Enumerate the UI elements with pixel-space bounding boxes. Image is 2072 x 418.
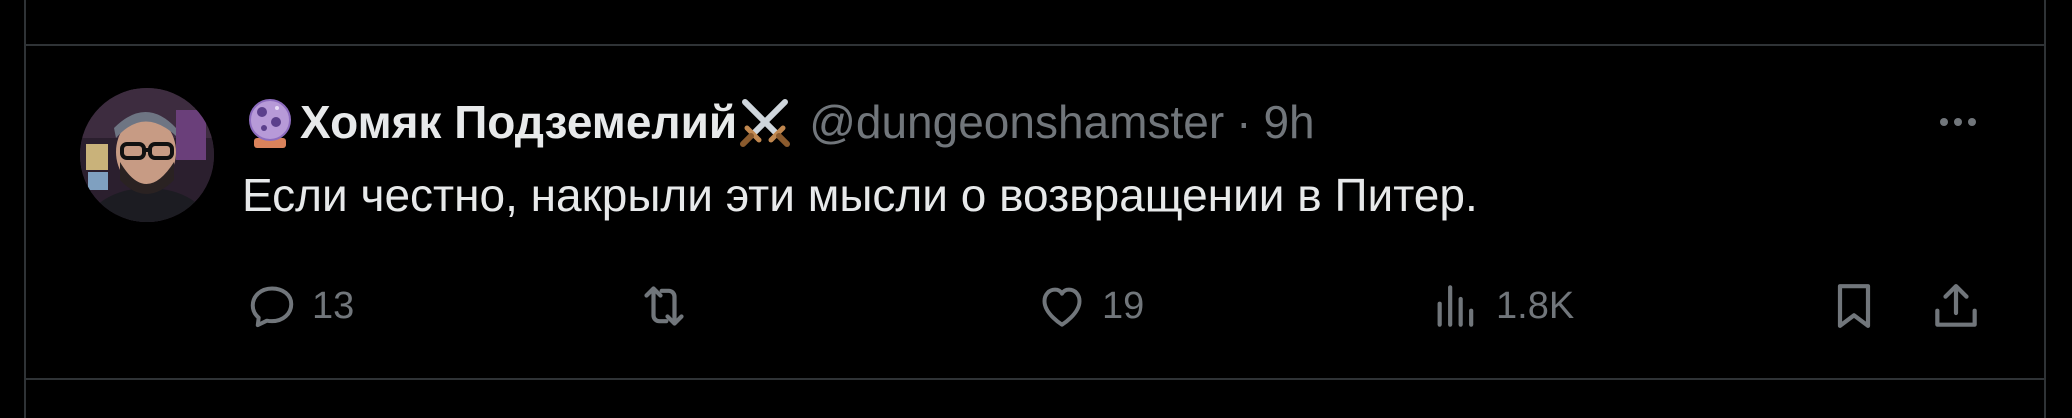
retweet-icon <box>644 286 684 326</box>
like-button[interactable]: 19 <box>1034 274 1144 338</box>
tweet-header: Хомяк Подземелий @dungeonshamster · 9h <box>242 92 1315 152</box>
reply-icon <box>250 286 294 328</box>
share-icon <box>1935 284 1977 327</box>
more-options-button[interactable] <box>1932 104 1984 140</box>
divider-bottom <box>24 378 2046 380</box>
share-button[interactable] <box>1928 274 1984 338</box>
bookmark-button[interactable] <box>1826 274 1882 338</box>
separator-dot: · <box>1236 96 1252 148</box>
avatar-image <box>80 88 214 222</box>
display-name[interactable]: Хомяк Подземелий <box>300 95 737 149</box>
view-count: 1.8K <box>1496 284 1575 327</box>
retweet-button[interactable] <box>636 274 704 338</box>
crystal-ball-emoji <box>242 94 298 150</box>
divider-top <box>24 44 2046 46</box>
more-horizontal-icon <box>1937 118 1979 126</box>
tweet-text: Если честно, накрыли эти мысли о возвращ… <box>242 169 1478 221</box>
tweet-timestamp[interactable]: 9h <box>1263 95 1314 149</box>
like-count: 19 <box>1102 284 1145 327</box>
heart-icon <box>1042 287 1082 327</box>
reply-count: 13 <box>312 284 355 327</box>
views-button[interactable]: 1.8K <box>1428 274 1574 338</box>
avatar[interactable] <box>80 88 214 222</box>
bookmark-icon <box>1837 284 1871 328</box>
analytics-icon <box>1437 285 1474 327</box>
reply-button[interactable]: 13 <box>244 274 354 338</box>
user-handle[interactable]: @dungeonshamster <box>809 95 1224 149</box>
crossed-swords-emoji <box>737 94 793 150</box>
